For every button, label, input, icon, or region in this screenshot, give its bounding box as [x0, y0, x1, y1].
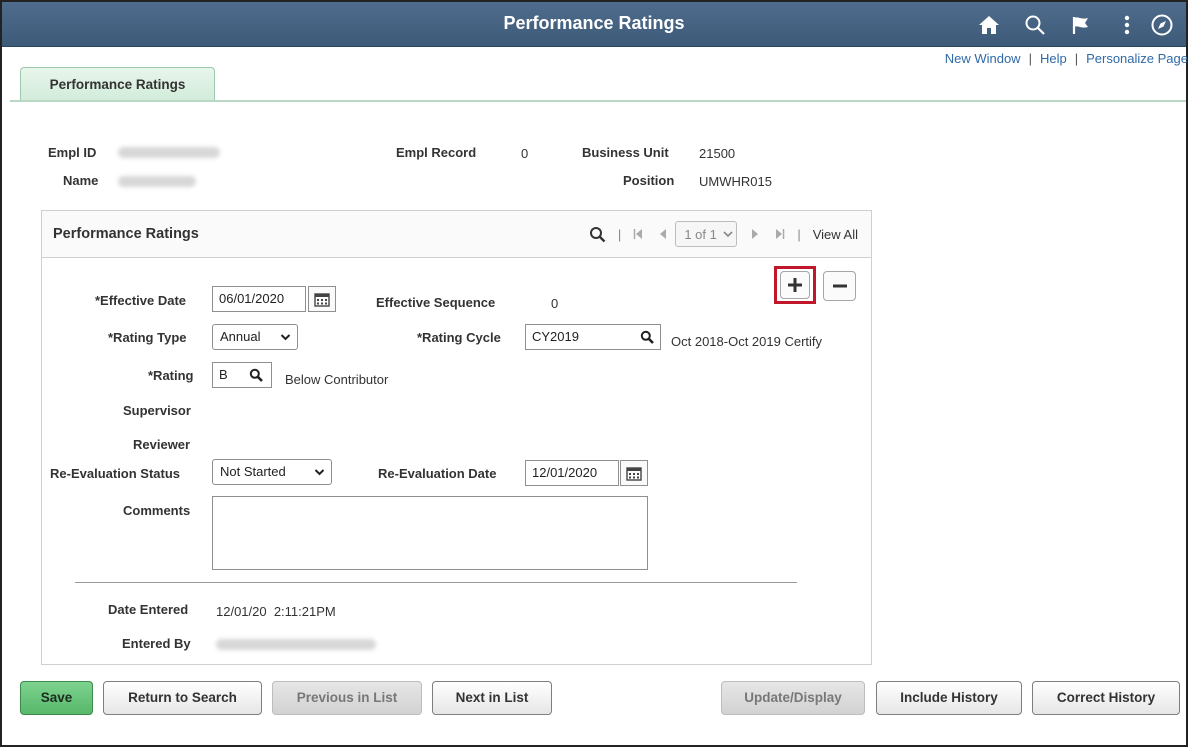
minus-icon — [832, 284, 847, 288]
plus-icon — [788, 278, 802, 292]
business-unit-value: 21500 — [699, 146, 736, 161]
next-in-list-button[interactable]: Next in List — [432, 681, 552, 715]
link-separator: | — [1074, 51, 1079, 66]
rating-lookup-icon[interactable] — [245, 365, 267, 385]
rating-cycle-label: *Rating Cycle — [417, 330, 501, 345]
add-row-button[interactable] — [780, 271, 810, 299]
position-label: Position — [623, 173, 675, 188]
name-label: Name — [63, 173, 99, 188]
return-to-search-button[interactable]: Return to Search — [103, 681, 262, 715]
section-divider — [75, 582, 797, 583]
empl-record-value: 0 — [521, 146, 529, 161]
link-separator: | — [1028, 51, 1032, 66]
effective-sequence-label: Effective Sequence — [376, 295, 496, 310]
effective-date-input[interactable]: 06/01/2020 — [212, 286, 306, 312]
calendar-icon[interactable] — [620, 460, 648, 486]
search-icon[interactable] — [1012, 2, 1058, 47]
nav-separator: | — [617, 226, 622, 242]
position-value: UMWHR015 — [699, 174, 772, 189]
entered-by-label: Entered By — [122, 636, 191, 651]
personalize-page-link[interactable]: Personalize Page — [1086, 51, 1188, 66]
comments-label: Comments — [123, 503, 191, 518]
navbar-compass-icon[interactable] — [1150, 2, 1186, 47]
correct-history-button[interactable]: Correct History — [1032, 681, 1180, 715]
group-header: Performance Ratings | 1 of 1 | View All — [42, 211, 871, 258]
row-count-select[interactable]: 1 of 1 — [675, 221, 738, 247]
date-entered-value: 12/01/20 2:11:21PM — [216, 604, 336, 619]
add-row-highlight — [774, 266, 816, 304]
previous-row-icon — [659, 228, 667, 240]
reeval-date-input[interactable]: 12/01/2020 — [525, 460, 619, 486]
reeval-status-select[interactable]: Not Started — [212, 459, 332, 485]
last-row-icon — [775, 228, 785, 240]
reeval-status-label: Re-Evaluation Status — [50, 466, 181, 481]
more-vertical-icon[interactable] — [1104, 2, 1150, 47]
chevron-down-icon — [314, 460, 325, 492]
row-count-value: 1 of 1 — [684, 226, 717, 242]
effective-date-label: *Effective Date — [95, 293, 187, 308]
include-history-button[interactable]: Include History — [876, 681, 1022, 715]
rating-type-select[interactable]: Annual — [212, 324, 298, 350]
rating-cycle-description: Oct 2018-Oct 2019 Certify — [671, 334, 823, 349]
supervisor-label: Supervisor — [123, 403, 191, 418]
utility-links: New Window | Help | Personalize Page — [945, 51, 1188, 66]
tab-underline — [10, 100, 1186, 102]
view-all-link[interactable]: View All — [813, 227, 858, 242]
chevron-down-icon — [280, 325, 291, 357]
rating-label: *Rating — [148, 368, 194, 383]
next-row-icon — [751, 228, 759, 240]
effective-sequence-value: 0 — [551, 296, 559, 311]
date-entered-label: Date Entered — [108, 602, 189, 617]
business-unit-label: Business Unit — [582, 145, 669, 160]
reeval-date-label: Re-Evaluation Date — [378, 466, 497, 481]
empl-record-label: Empl Record — [396, 145, 477, 160]
calendar-icon[interactable] — [308, 286, 336, 312]
chevron-down-icon — [723, 230, 733, 238]
empl-id-value-redacted — [118, 147, 220, 158]
delete-row-button[interactable] — [823, 271, 856, 301]
home-icon[interactable] — [966, 2, 1012, 47]
flag-icon[interactable] — [1058, 2, 1104, 47]
first-row-icon — [633, 228, 643, 240]
page-banner: Performance Ratings — [2, 2, 1186, 47]
rating-type-label: *Rating Type — [108, 330, 187, 345]
rating-type-value: Annual — [220, 329, 261, 344]
new-window-link[interactable]: New Window — [945, 51, 1021, 66]
rating-cycle-lookup-icon[interactable] — [636, 327, 658, 347]
banner-toolbar — [966, 2, 1186, 47]
rating-description: Below Contributor — [285, 372, 389, 387]
row-navigation: | 1 of 1 | View All — [589, 221, 858, 247]
update-display-button[interactable]: Update/Display — [721, 681, 865, 715]
previous-in-list-button[interactable]: Previous in List — [272, 681, 422, 715]
help-link[interactable]: Help — [1040, 51, 1067, 66]
reeval-status-value: Not Started — [220, 464, 286, 479]
entered-by-value-redacted — [216, 639, 376, 650]
name-value-redacted — [118, 176, 196, 187]
save-button[interactable]: Save — [20, 681, 93, 715]
nav-separator: | — [797, 226, 801, 242]
reviewer-label: Reviewer — [133, 437, 191, 452]
comments-textarea[interactable] — [212, 496, 648, 570]
group-title: Performance Ratings — [53, 226, 199, 242]
tab-performance-ratings[interactable]: Performance Ratings — [20, 67, 215, 100]
empl-id-label: Empl ID — [48, 145, 97, 160]
find-icon[interactable] — [589, 226, 606, 243]
